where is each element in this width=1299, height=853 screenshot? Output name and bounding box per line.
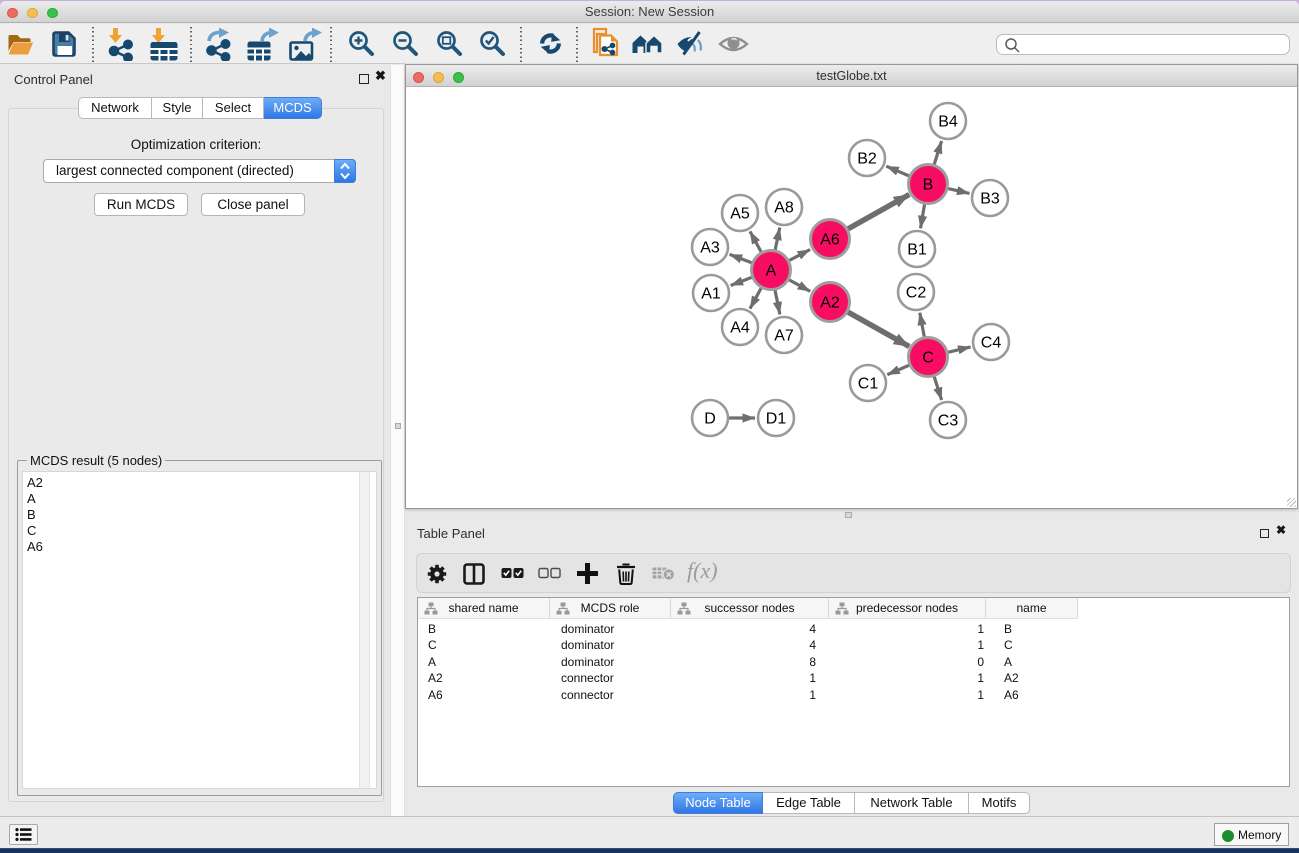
svg-text:A1: A1 <box>701 286 721 303</box>
svg-text:A4: A4 <box>730 320 750 337</box>
svg-text:A6: A6 <box>820 232 840 249</box>
svg-text:B3: B3 <box>980 191 1000 208</box>
svg-text:C4: C4 <box>981 335 1002 352</box>
svg-text:B1: B1 <box>907 242 927 259</box>
svg-text:B2: B2 <box>857 151 877 168</box>
svg-text:A2: A2 <box>820 295 840 312</box>
svg-text:A8: A8 <box>774 200 794 217</box>
svg-text:D: D <box>704 411 716 428</box>
svg-text:A3: A3 <box>700 240 720 257</box>
svg-text:D1: D1 <box>766 411 787 428</box>
svg-text:C2: C2 <box>906 285 927 302</box>
svg-text:A: A <box>766 263 777 280</box>
svg-text:C: C <box>922 350 934 367</box>
svg-text:B: B <box>923 177 934 194</box>
svg-text:C1: C1 <box>858 376 879 393</box>
svg-text:A7: A7 <box>774 328 794 345</box>
svg-text:C3: C3 <box>938 413 959 430</box>
svg-text:B4: B4 <box>938 114 958 131</box>
svg-text:A5: A5 <box>730 206 750 223</box>
